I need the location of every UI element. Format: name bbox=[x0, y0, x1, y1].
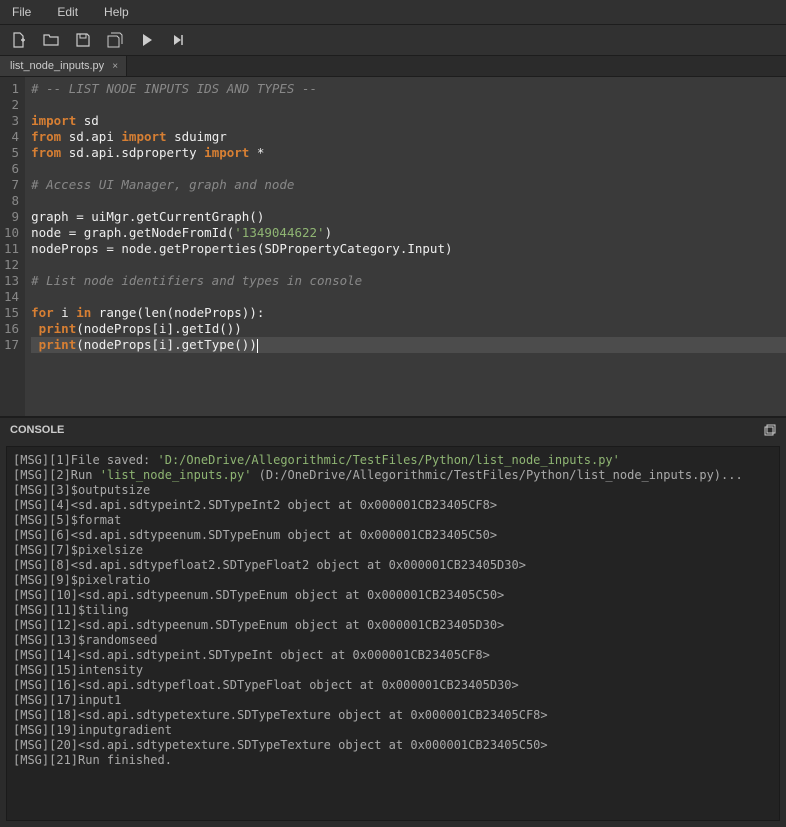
code-editor[interactable]: 1234567891011121314151617 # -- LIST NODE… bbox=[0, 77, 786, 417]
line-number: 16 bbox=[4, 321, 19, 337]
console-line: [MSG][7]$pixelsize bbox=[13, 543, 773, 558]
menubar: File Edit Help bbox=[0, 0, 786, 25]
save-icon bbox=[75, 32, 91, 48]
text-cursor bbox=[257, 339, 258, 353]
menu-file[interactable]: File bbox=[6, 3, 37, 21]
console-header: CONSOLE bbox=[0, 417, 786, 440]
tab-file[interactable]: list_node_inputs.py × bbox=[0, 56, 127, 76]
open-folder-button[interactable] bbox=[42, 31, 60, 49]
console-line: [MSG][18]<sd.api.sdtypetexture.SDTypeTex… bbox=[13, 708, 773, 723]
line-gutter: 1234567891011121314151617 bbox=[0, 77, 25, 416]
save-button[interactable] bbox=[74, 31, 92, 49]
console-line: [MSG][9]$pixelratio bbox=[13, 573, 773, 588]
console-line: [MSG][8]<sd.api.sdtypefloat2.SDTypeFloat… bbox=[13, 558, 773, 573]
code-line[interactable] bbox=[31, 193, 786, 209]
line-number: 6 bbox=[4, 161, 19, 177]
line-number: 12 bbox=[4, 257, 19, 273]
code-line[interactable]: from sd.api import sduimgr bbox=[31, 129, 786, 145]
console-line: [MSG][12]<sd.api.sdtypeenum.SDTypeEnum o… bbox=[13, 618, 773, 633]
console-line: [MSG][21]Run finished. bbox=[13, 753, 773, 768]
run-button[interactable] bbox=[138, 31, 156, 49]
menu-edit[interactable]: Edit bbox=[51, 3, 84, 21]
line-number: 5 bbox=[4, 145, 19, 161]
code-line[interactable]: # List node identifiers and types in con… bbox=[31, 273, 786, 289]
console-line: [MSG][17]input1 bbox=[13, 693, 773, 708]
console-output[interactable]: [MSG][1]File saved: 'D:/OneDrive/Allegor… bbox=[6, 446, 780, 821]
console-line: [MSG][3]$outputsize bbox=[13, 483, 773, 498]
line-number: 14 bbox=[4, 289, 19, 305]
toolbar bbox=[0, 25, 786, 56]
new-file-icon bbox=[11, 32, 27, 48]
console-line: [MSG][14]<sd.api.sdtypeint.SDTypeInt obj… bbox=[13, 648, 773, 663]
code-line[interactable]: node = graph.getNodeFromId('1349044622') bbox=[31, 225, 786, 241]
line-number: 11 bbox=[4, 241, 19, 257]
console-line: [MSG][13]$randomseed bbox=[13, 633, 773, 648]
console-line: [MSG][6]<sd.api.sdtypeenum.SDTypeEnum ob… bbox=[13, 528, 773, 543]
popout-icon[interactable] bbox=[764, 424, 776, 436]
code-line[interactable]: graph = uiMgr.getCurrentGraph() bbox=[31, 209, 786, 225]
line-number: 2 bbox=[4, 97, 19, 113]
code-line[interactable]: print(nodeProps[i].getId()) bbox=[31, 321, 786, 337]
save-all-icon bbox=[107, 32, 123, 48]
line-number: 7 bbox=[4, 177, 19, 193]
line-number: 4 bbox=[4, 129, 19, 145]
code-line[interactable]: print(nodeProps[i].getType()) bbox=[31, 337, 786, 353]
console-line: [MSG][2]Run 'list_node_inputs.py' (D:/On… bbox=[13, 468, 773, 483]
code-line[interactable] bbox=[31, 257, 786, 273]
run-icon bbox=[139, 32, 155, 48]
console-line: [MSG][4]<sd.api.sdtypeint2.SDTypeInt2 ob… bbox=[13, 498, 773, 513]
line-number: 15 bbox=[4, 305, 19, 321]
line-number: 8 bbox=[4, 193, 19, 209]
console-line: [MSG][19]inputgradient bbox=[13, 723, 773, 738]
console-line: [MSG][20]<sd.api.sdtypetexture.SDTypeTex… bbox=[13, 738, 773, 753]
console-line: [MSG][5]$format bbox=[13, 513, 773, 528]
code-line[interactable] bbox=[31, 289, 786, 305]
menu-help[interactable]: Help bbox=[98, 3, 135, 21]
open-folder-icon bbox=[43, 32, 59, 48]
line-number: 1 bbox=[4, 81, 19, 97]
console-line: [MSG][15]intensity bbox=[13, 663, 773, 678]
code-line[interactable] bbox=[31, 161, 786, 177]
console-line: [MSG][11]$tiling bbox=[13, 603, 773, 618]
code-line[interactable]: for i in range(len(nodeProps)): bbox=[31, 305, 786, 321]
code-line[interactable]: # -- LIST NODE INPUTS IDS AND TYPES -- bbox=[31, 81, 786, 97]
tabbar: list_node_inputs.py × bbox=[0, 56, 786, 77]
line-number: 3 bbox=[4, 113, 19, 129]
console-line: [MSG][10]<sd.api.sdtypeenum.SDTypeEnum o… bbox=[13, 588, 773, 603]
code-line[interactable]: import sd bbox=[31, 113, 786, 129]
run-all-icon bbox=[171, 32, 187, 48]
code-area[interactable]: # -- LIST NODE INPUTS IDS AND TYPES -- i… bbox=[25, 77, 786, 416]
save-all-button[interactable] bbox=[106, 31, 124, 49]
console-line: [MSG][16]<sd.api.sdtypefloat.SDTypeFloat… bbox=[13, 678, 773, 693]
line-number: 10 bbox=[4, 225, 19, 241]
code-line[interactable]: # Access UI Manager, graph and node bbox=[31, 177, 786, 193]
line-number: 13 bbox=[4, 273, 19, 289]
console-line: [MSG][1]File saved: 'D:/OneDrive/Allegor… bbox=[13, 453, 773, 468]
code-line[interactable] bbox=[31, 97, 786, 113]
tab-label: list_node_inputs.py bbox=[10, 60, 104, 72]
line-number: 17 bbox=[4, 337, 19, 353]
run-all-button[interactable] bbox=[170, 31, 188, 49]
code-line[interactable]: nodeProps = node.getProperties(SDPropert… bbox=[31, 241, 786, 257]
line-number: 9 bbox=[4, 209, 19, 225]
tab-close-icon[interactable]: × bbox=[112, 61, 118, 72]
new-file-button[interactable] bbox=[10, 31, 28, 49]
console-panel: CONSOLE [MSG][1]File saved: 'D:/OneDrive… bbox=[0, 417, 786, 827]
console-title: CONSOLE bbox=[10, 424, 64, 436]
code-line[interactable]: from sd.api.sdproperty import * bbox=[31, 145, 786, 161]
